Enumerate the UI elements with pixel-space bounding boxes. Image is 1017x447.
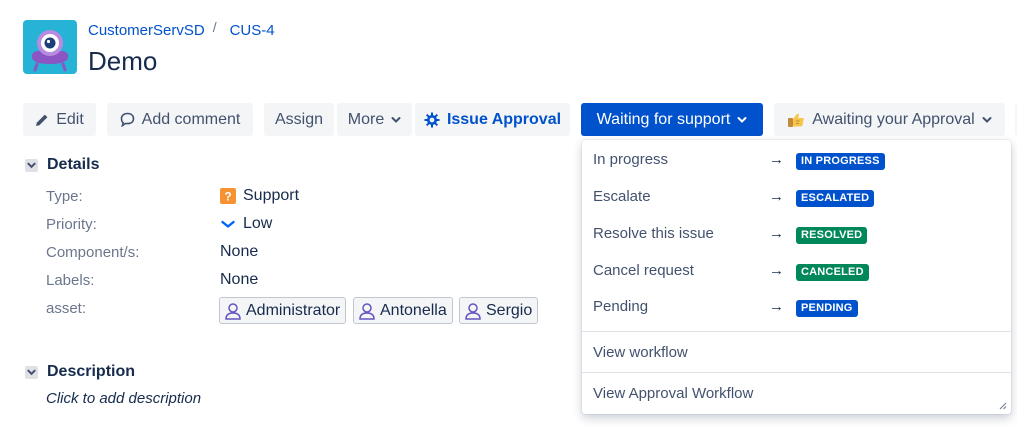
priority-value-text: Low bbox=[243, 215, 273, 232]
type-value-text: Support bbox=[243, 187, 300, 204]
transition-resolve[interactable]: Resolve this issue → RESOLVED bbox=[582, 217, 1011, 251]
details-section-toggle[interactable]: Details bbox=[25, 156, 99, 174]
priority-label: Priority: bbox=[46, 216, 97, 233]
project-avatar[interactable] bbox=[23, 20, 77, 74]
labels-value[interactable]: None bbox=[220, 271, 258, 289]
dropdown-divider bbox=[582, 372, 1011, 373]
question-icon: ? bbox=[220, 188, 236, 204]
pencil-icon bbox=[36, 114, 48, 126]
arrow-right-icon: → bbox=[769, 151, 784, 168]
asset-chip-administrator[interactable]: Administrator bbox=[219, 297, 347, 324]
status-lozenge: RESOLVED bbox=[796, 227, 868, 244]
issue-approval-label: Issue Approval bbox=[446, 110, 562, 128]
resize-handle-icon[interactable] bbox=[997, 400, 1007, 410]
priority-low-icon bbox=[221, 220, 235, 228]
view-workflow-link[interactable]: View workflow bbox=[593, 344, 688, 361]
type-value: ? Support bbox=[220, 187, 299, 205]
view-approval-workflow-link[interactable]: View Approval Workflow bbox=[593, 385, 753, 402]
asset-chip-antonella[interactable]: Antonella bbox=[353, 297, 453, 324]
edit-button[interactable]: Edit bbox=[23, 103, 96, 136]
svg-text:?: ? bbox=[224, 190, 231, 204]
hand-pointing-icon bbox=[788, 113, 805, 127]
arrow-right-icon: → bbox=[769, 188, 784, 205]
issue-title[interactable]: Demo bbox=[88, 46, 157, 77]
more-label: More bbox=[347, 110, 385, 128]
workflow-status-button[interactable]: Waiting for support bbox=[581, 103, 763, 136]
chevron-down-icon bbox=[982, 116, 992, 123]
asset-chip-label: Antonella bbox=[380, 301, 447, 319]
arrow-right-icon: → bbox=[769, 225, 784, 242]
transition-cancel[interactable]: Cancel request → CANCELED bbox=[582, 254, 1011, 288]
user-icon bbox=[359, 302, 375, 320]
comment-icon bbox=[120, 112, 134, 127]
type-label: Type: bbox=[46, 188, 83, 205]
workflow-status-label: Waiting for support bbox=[596, 110, 731, 128]
chevron-down-icon bbox=[25, 158, 38, 172]
edit-label: Edit bbox=[56, 110, 84, 128]
transition-label: Cancel request bbox=[593, 262, 694, 279]
add-comment-label: Add comment bbox=[141, 110, 241, 128]
description-section-toggle[interactable]: Description bbox=[25, 363, 135, 381]
chevron-down-icon bbox=[737, 116, 747, 123]
issue-approval-button[interactable]: Issue Approval bbox=[415, 103, 570, 136]
user-icon bbox=[465, 302, 481, 320]
dropdown-divider bbox=[582, 331, 1011, 332]
labels-label: Labels: bbox=[46, 272, 95, 289]
status-lozenge: CANCELED bbox=[796, 264, 869, 281]
asset-chip-sergio[interactable]: Sergio bbox=[459, 297, 539, 324]
chevron-down-icon bbox=[25, 365, 38, 379]
awaiting-approval-label: Awaiting your Approval bbox=[812, 110, 975, 128]
transition-label: Escalate bbox=[593, 188, 651, 205]
awaiting-approval-button[interactable]: Awaiting your Approval bbox=[774, 103, 1005, 136]
assign-label: Assign bbox=[274, 110, 324, 128]
transition-in-progress[interactable]: In progress → IN PROGRESS bbox=[582, 143, 1011, 177]
chevron-down-icon bbox=[391, 116, 401, 123]
status-lozenge: PENDING bbox=[796, 300, 858, 317]
transition-label: In progress bbox=[593, 151, 669, 168]
workflow-transitions-dropdown: In progress → IN PROGRESS Escalate → ESC… bbox=[582, 140, 1011, 414]
transition-label: Resolve this issue bbox=[593, 225, 714, 242]
status-lozenge: ESCALATED bbox=[796, 190, 875, 207]
description-placeholder[interactable]: Click to add description bbox=[46, 390, 201, 407]
arrow-right-icon: → bbox=[769, 262, 784, 279]
user-icon bbox=[225, 302, 241, 320]
priority-value: Low bbox=[220, 215, 272, 233]
arrow-right-icon: → bbox=[769, 298, 784, 315]
asset-label: asset: bbox=[46, 300, 87, 317]
assign-button[interactable]: Assign bbox=[264, 103, 334, 136]
breadcrumb-issue-link[interactable]: CUS-4 bbox=[230, 22, 275, 39]
breadcrumb: CustomerServSD / CUS-4 bbox=[88, 18, 275, 40]
components-value[interactable]: None bbox=[220, 243, 258, 261]
status-lozenge: IN PROGRESS bbox=[796, 153, 885, 170]
more-button[interactable]: More bbox=[337, 103, 412, 136]
transition-pending[interactable]: Pending → PENDING bbox=[582, 290, 1011, 324]
add-comment-button[interactable]: Add comment bbox=[107, 103, 253, 136]
description-heading: Description bbox=[47, 363, 136, 380]
components-label: Component/s: bbox=[46, 244, 140, 261]
transition-escalate[interactable]: Escalate → ESCALATED bbox=[582, 180, 1011, 214]
asset-chip-label: Sergio bbox=[486, 301, 533, 319]
asset-chip-label: Administrator bbox=[246, 301, 341, 319]
transition-label: Pending bbox=[593, 298, 649, 315]
gear-icon bbox=[424, 112, 440, 127]
details-heading: Details bbox=[47, 156, 100, 173]
breadcrumb-separator: / bbox=[212, 18, 217, 35]
breadcrumb-project-link[interactable]: CustomerServSD bbox=[88, 22, 205, 39]
